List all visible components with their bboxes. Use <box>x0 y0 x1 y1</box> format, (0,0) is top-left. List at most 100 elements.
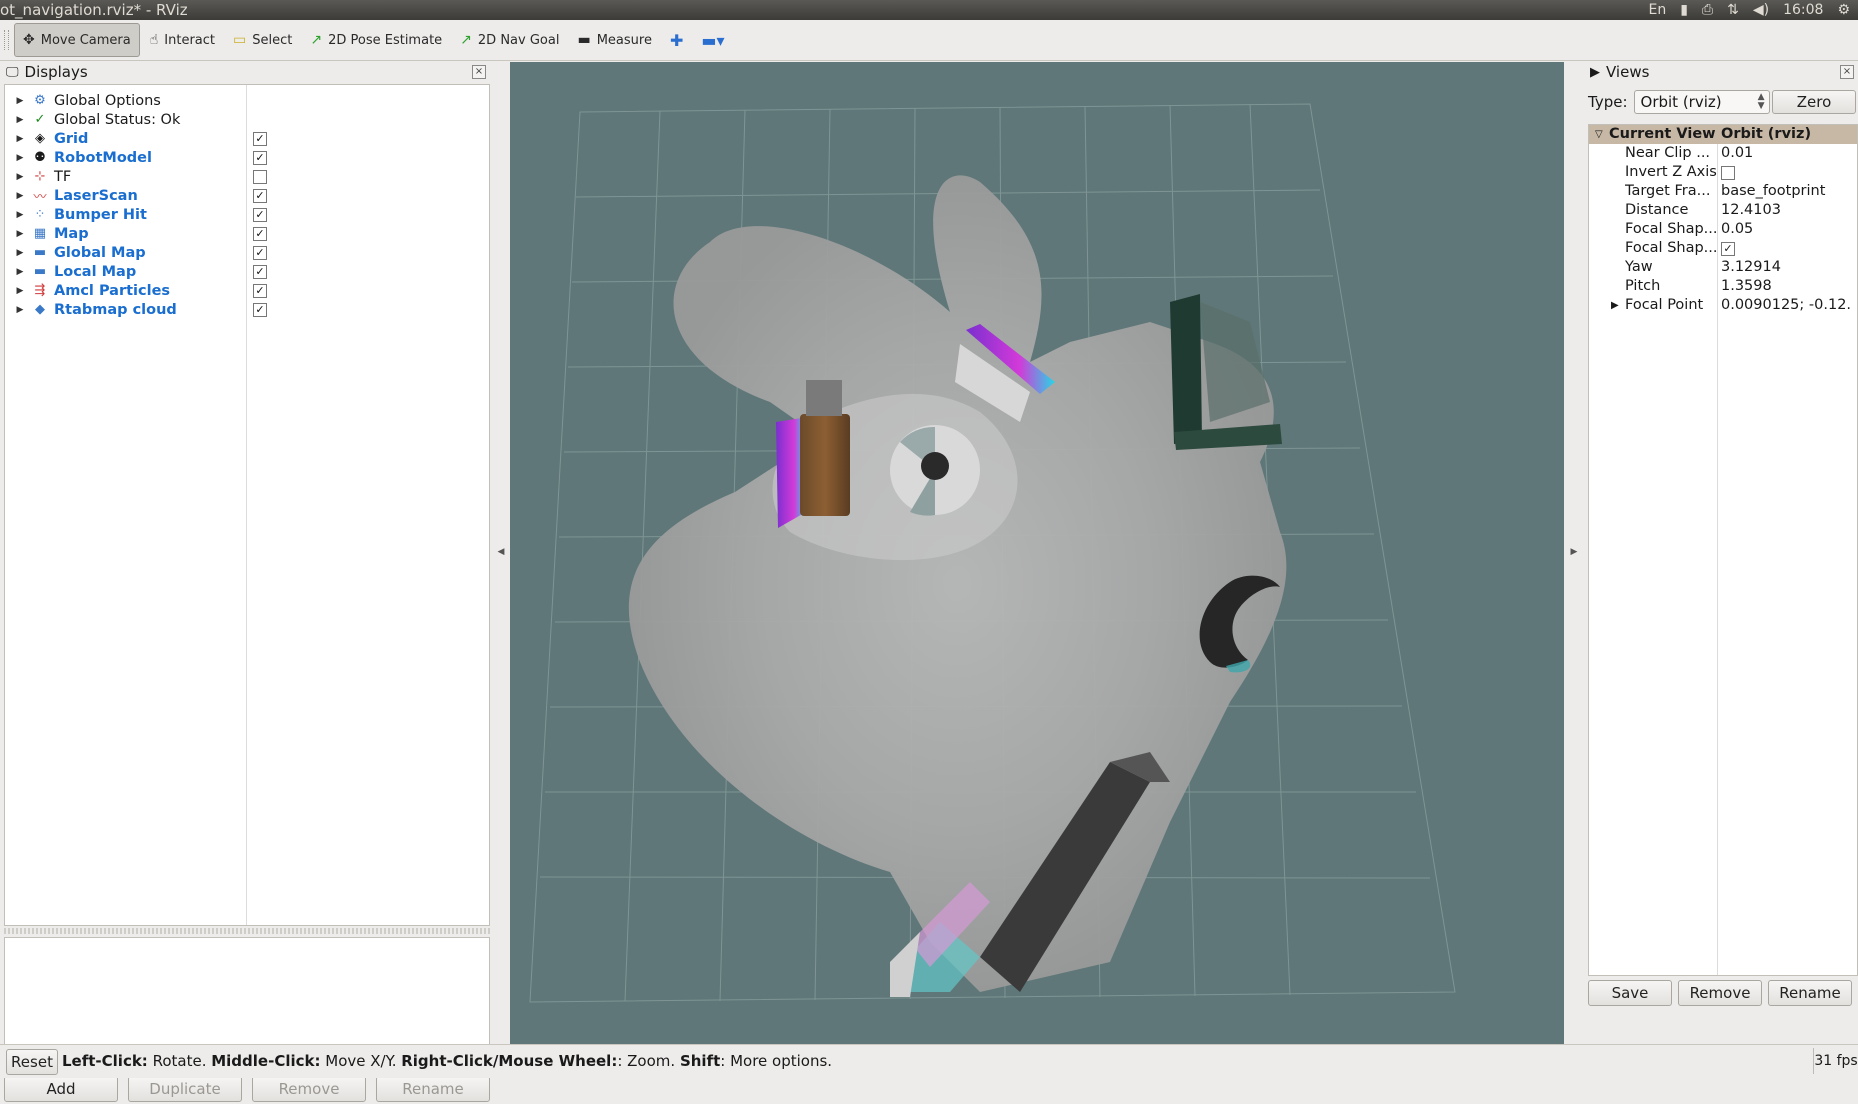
status-desc: : Zoom. <box>617 1052 680 1070</box>
display-item-global-status-ok[interactable]: ▶ ✓ Global Status: Ok <box>5 110 489 129</box>
status-key: Middle-Click: <box>211 1052 321 1070</box>
clock[interactable]: 16:08 <box>1783 0 1823 20</box>
add-display-button[interactable]: Add <box>4 1076 118 1102</box>
enable-checkbox[interactable]: ✓ <box>253 284 267 298</box>
tool-measure[interactable]: ▬ Measure <box>569 24 659 56</box>
view-property-row[interactable]: Focal Shap... ✓ <box>1589 239 1857 258</box>
chevron-right-icon: ▶ <box>1570 547 1578 557</box>
rename-display-button[interactable]: Rename <box>376 1076 490 1102</box>
view-property-row[interactable]: Yaw 3.12914 <box>1589 258 1857 277</box>
display-item-robotmodel[interactable]: ▶ ⚉ RobotModel ✓ <box>5 148 489 167</box>
panel-splitter[interactable] <box>4 928 490 934</box>
views-title: Views <box>1606 63 1650 81</box>
close-icon[interactable]: × <box>472 65 486 79</box>
display-item-amcl-particles[interactable]: ▶ ⇶ Amcl Particles ✓ <box>5 281 489 300</box>
move-camera-icon: ✥ <box>23 32 35 48</box>
display-item-tf[interactable]: ▶ ⊹ TF <box>5 167 489 186</box>
display-item-map[interactable]: ▶ ▦ Map ✓ <box>5 224 489 243</box>
display-item-grid[interactable]: ▶ ◈ Grid ✓ <box>5 129 489 148</box>
enable-checkbox[interactable]: ✓ <box>253 189 267 203</box>
add-tool-button[interactable]: ✚ <box>662 24 691 56</box>
window-title-bar: ot_navigation.rviz* - RViz En ▮ ⎙ ⇅ ◀) 1… <box>0 0 1858 20</box>
status-bar: Reset Left-Click: Rotate. Middle-Click: … <box>0 1044 1858 1078</box>
toolbar-grip[interactable] <box>4 30 9 50</box>
render-viewport[interactable] <box>510 62 1564 1047</box>
view-property-row[interactable]: Pitch 1.3598 <box>1589 277 1857 296</box>
enable-checkbox[interactable]: ✓ <box>253 132 267 146</box>
expand-triangle-icon[interactable]: ▶ <box>13 248 27 258</box>
expand-triangle-icon[interactable]: ▶ <box>13 134 27 144</box>
view-property-row[interactable]: Near Clip ... 0.01 <box>1589 144 1857 163</box>
tool-move-camera[interactable]: ✥ Move Camera <box>14 23 140 57</box>
enable-checkbox[interactable]: ✓ <box>253 208 267 222</box>
view-property-row[interactable]: Target Fra... base_footprint <box>1589 182 1857 201</box>
ruler-icon: ▬ <box>577 32 591 48</box>
display-item-bumper-hit[interactable]: ▶ ⁘ Bumper Hit ✓ <box>5 205 489 224</box>
property-checkbox[interactable]: ✓ <box>1721 242 1735 256</box>
enable-checkbox[interactable]: ✓ <box>253 303 267 317</box>
expand-triangle-icon[interactable]: ▶ <box>1611 296 1619 315</box>
display-item-local-map[interactable]: ▶ ▬ Local Map ✓ <box>5 262 489 281</box>
view-type-select[interactable]: Orbit (rviz) ▲ ▼ <box>1633 90 1770 114</box>
pose-estimate-arrow-icon: ↗ <box>310 32 323 48</box>
close-icon[interactable]: × <box>1840 65 1854 79</box>
expand-triangle-icon[interactable]: ▶ <box>13 267 27 277</box>
enable-checkbox[interactable] <box>253 170 267 184</box>
enable-checkbox[interactable]: ✓ <box>253 265 267 279</box>
view-property-row[interactable]: ▶ Focal Point 0.0090125; -0.12... <box>1589 296 1857 315</box>
status-key: Right-Click/Mouse Wheel: <box>401 1052 618 1070</box>
expand-triangle-icon[interactable]: ▶ <box>13 96 27 106</box>
expand-triangle-icon[interactable]: ▶ <box>13 172 27 182</box>
tool-2d-nav-goal[interactable]: ↗ 2D Nav Goal <box>452 24 567 56</box>
display-item-rtabmap-cloud[interactable]: ▶ ◆ Rtabmap cloud ✓ <box>5 300 489 319</box>
view-property-row[interactable]: Distance 12.4103 <box>1589 201 1857 220</box>
view-type-row: Type: Orbit (rviz) ▲ ▼ <box>1588 90 1770 114</box>
status-key: Shift <box>679 1052 721 1070</box>
reset-button[interactable]: Reset <box>6 1049 58 1075</box>
system-gear-icon[interactable]: ⚙ <box>1837 0 1850 20</box>
right-collapse-handle[interactable]: ▶ <box>1565 62 1583 1042</box>
enable-checkbox[interactable]: ✓ <box>253 246 267 260</box>
window-title: ot_navigation.rviz* - RViz <box>0 1 188 19</box>
tool-2d-pose-estimate[interactable]: ↗ 2D Pose Estimate <box>302 24 450 56</box>
tool-interact[interactable]: ☝ Interact <box>142 24 223 56</box>
duplicate-display-button[interactable]: Duplicate <box>128 1076 242 1102</box>
left-collapse-handle[interactable]: ◀ <box>492 62 510 1042</box>
expand-triangle-icon[interactable]: ▶ <box>13 210 27 220</box>
nav-goal-arrow-icon: ↗ <box>460 32 472 48</box>
status-key: Left-Click: <box>62 1052 148 1070</box>
expand-triangle-icon[interactable]: ▶ <box>13 115 27 125</box>
network-icon[interactable]: ⇅ <box>1727 0 1739 20</box>
enable-checkbox[interactable]: ✓ <box>253 151 267 165</box>
current-view-row[interactable]: ▽ Current View Orbit (rviz) <box>1589 125 1857 144</box>
zero-view-button[interactable]: Zero <box>1772 90 1856 114</box>
display-item-global-map[interactable]: ▶ ▬ Global Map ✓ <box>5 243 489 262</box>
view-property-row[interactable]: Invert Z Axis <box>1589 163 1857 182</box>
property-checkbox[interactable] <box>1721 166 1735 180</box>
displays-panel: 🖵 Displays × ▶ ⚙ Global Options ▶ ✓ Global St… <box>0 62 490 1102</box>
remove-tool-menu[interactable]: ▬▾ <box>693 24 732 56</box>
view-property-row[interactable]: Focal Shap... 0.05 <box>1589 220 1857 239</box>
volume-icon[interactable]: ◀) <box>1753 0 1769 20</box>
expand-triangle-icon[interactable]: ▶ <box>13 153 27 163</box>
expand-triangle-icon[interactable]: ▶ <box>13 305 27 315</box>
keyboard-layout-indicator[interactable]: En <box>1648 0 1666 20</box>
rename-view-button[interactable]: Rename <box>1768 980 1852 1006</box>
expand-triangle-icon[interactable]: ▶ <box>13 191 27 201</box>
battery-icon[interactable]: ▮ <box>1680 0 1688 20</box>
plus-icon: ✚ <box>669 30 684 50</box>
expand-triangle-icon[interactable]: ▶ <box>13 286 27 296</box>
pose-array-icon: ⇶ <box>34 283 46 298</box>
save-view-button[interactable]: Save <box>1588 980 1672 1006</box>
remove-display-button[interactable]: Remove <box>252 1076 366 1102</box>
collapse-triangle-icon[interactable]: ▽ <box>1595 125 1603 144</box>
enable-checkbox[interactable]: ✓ <box>253 227 267 241</box>
gear-icon: ⚙ <box>34 93 46 108</box>
printer-icon[interactable]: ⎙ <box>1702 0 1713 20</box>
display-item-laserscan[interactable]: ▶ 〰 LaserScan ✓ <box>5 186 489 205</box>
remove-view-button[interactable]: Remove <box>1678 980 1762 1006</box>
display-item-global-options[interactable]: ▶ ⚙ Global Options <box>5 91 489 110</box>
status-desc: : More options. <box>720 1052 833 1070</box>
tool-select[interactable]: ▭ Select <box>225 24 300 56</box>
expand-triangle-icon[interactable]: ▶ <box>13 229 27 239</box>
